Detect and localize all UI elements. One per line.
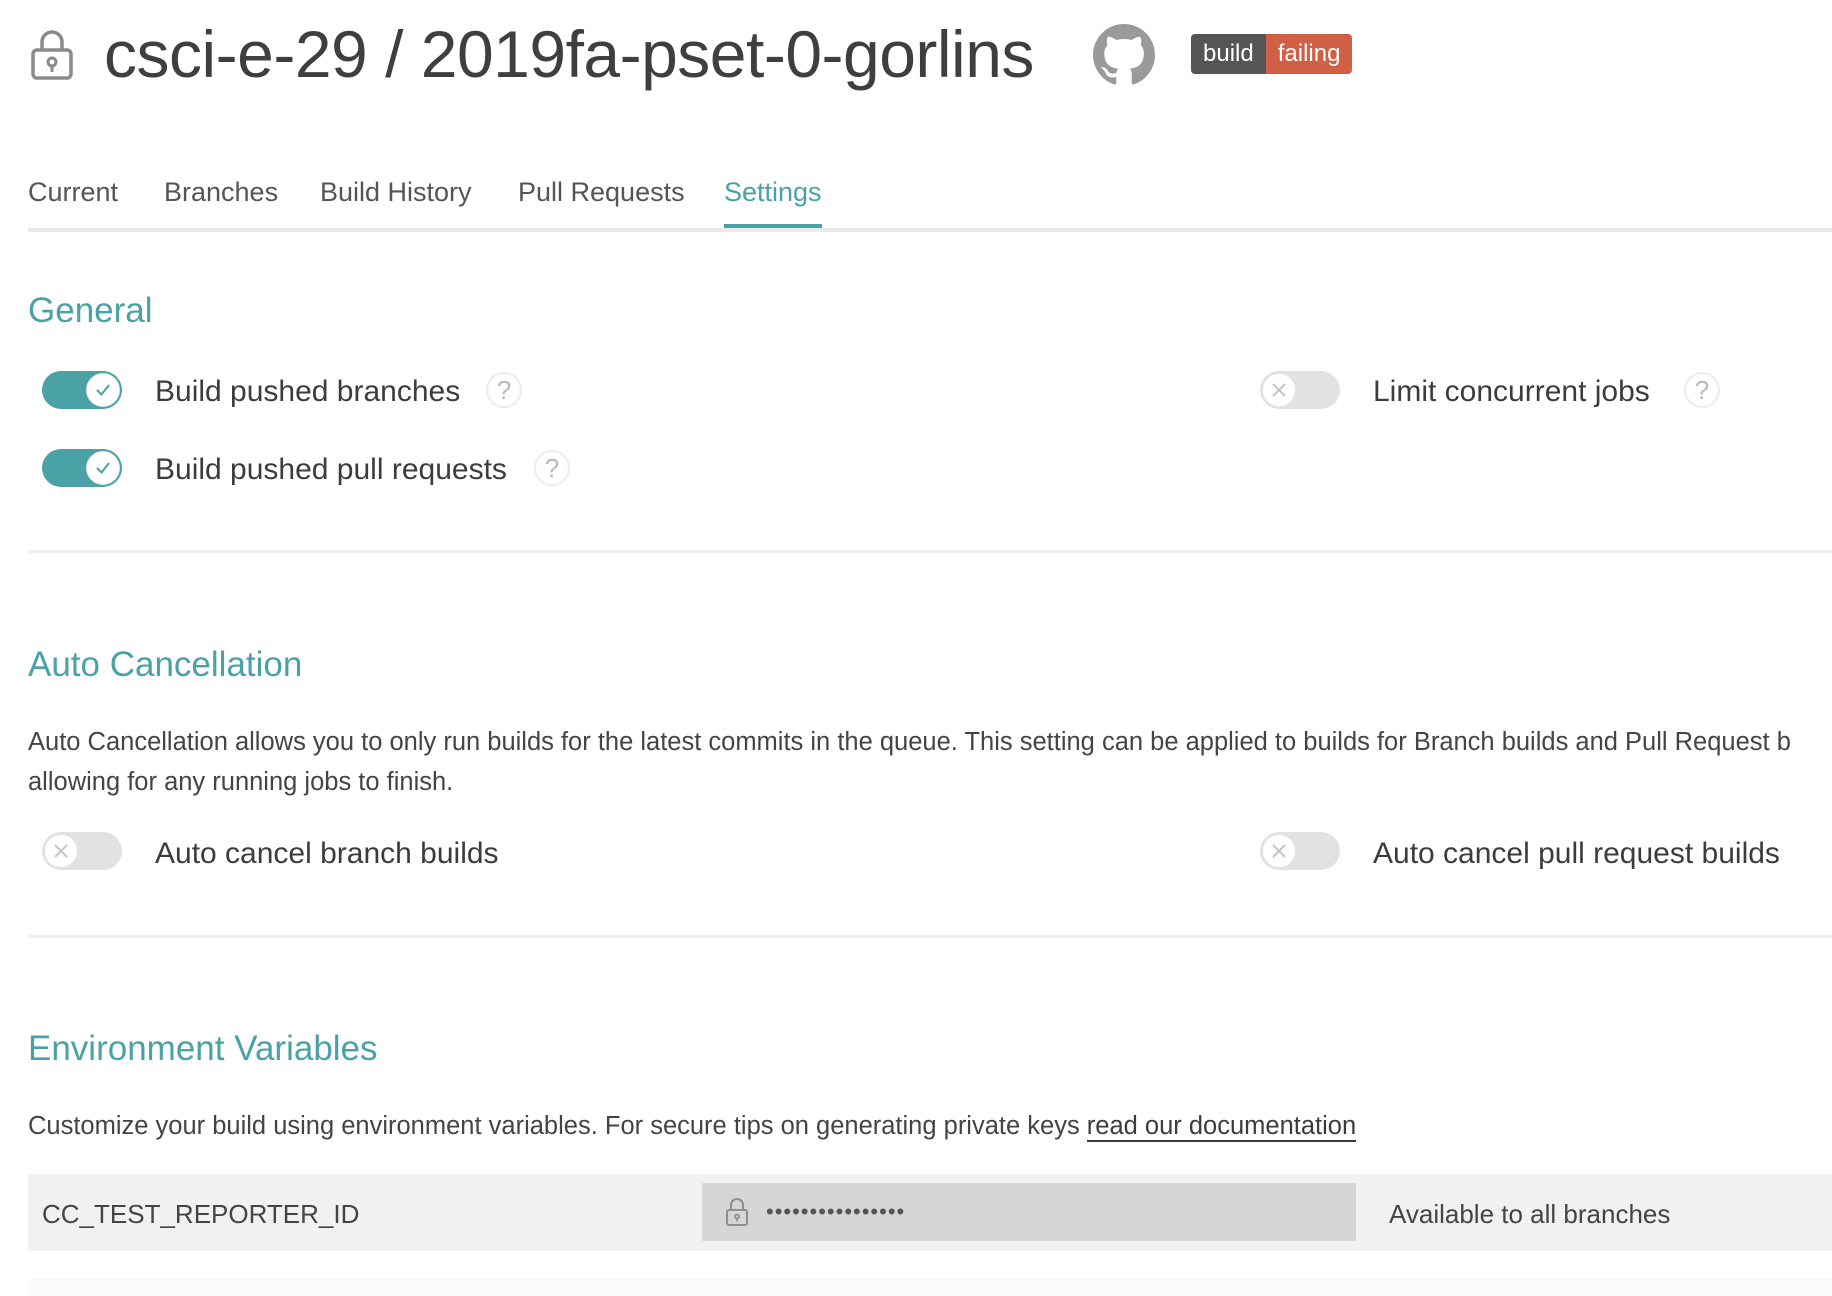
section-divider xyxy=(28,935,1832,938)
toggle-auto-cancel-pull-request-builds[interactable] xyxy=(1260,832,1340,870)
tab-branches[interactable]: Branches xyxy=(164,172,278,212)
label-limit-concurrent-jobs: Limit concurrent jobs xyxy=(1373,375,1650,408)
auto-cancellation-description-line1: Auto Cancellation allows you to only run… xyxy=(28,728,1791,756)
label-auto-cancel-pull-request-builds: Auto cancel pull request builds xyxy=(1373,837,1780,870)
toggle-auto-cancel-branch-builds[interactable] xyxy=(42,832,122,870)
check-icon xyxy=(86,451,120,485)
repo-title: csci-e-29 / 2019fa-pset-0-gorlins xyxy=(104,17,1034,91)
section-title-general: General xyxy=(28,291,153,330)
x-icon xyxy=(44,834,78,868)
section-title-auto-cancellation: Auto Cancellation xyxy=(28,645,303,684)
tab-current[interactable]: Current xyxy=(28,172,118,212)
next-row-edge xyxy=(28,1278,1832,1296)
badge-label: build xyxy=(1191,34,1266,74)
env-var-masked-value: •••••••••••••••• xyxy=(766,1199,906,1224)
auto-cancellation-description-line2: allowing for any running jobs to finish. xyxy=(28,768,454,796)
label-build-pushed-branches: Build pushed branches xyxy=(155,375,461,408)
env-var-name: CC_TEST_REPORTER_ID xyxy=(42,1199,360,1229)
env-vars-description-text: Customize your build using environment v… xyxy=(28,1112,1087,1140)
private-repo-lock-icon xyxy=(28,26,76,82)
tab-pull-requests[interactable]: Pull Requests xyxy=(518,172,685,212)
help-icon[interactable]: ? xyxy=(1684,372,1720,408)
env-vars-description: Customize your build using environment v… xyxy=(28,1106,1828,1146)
x-icon xyxy=(1262,834,1296,868)
github-icon[interactable] xyxy=(1093,24,1155,86)
help-icon[interactable]: ? xyxy=(534,450,570,486)
section-divider xyxy=(28,550,1832,553)
build-status-badge[interactable]: build failing xyxy=(1191,34,1353,74)
label-auto-cancel-branch-builds: Auto cancel branch builds xyxy=(155,837,499,870)
help-icon[interactable]: ? xyxy=(486,372,522,408)
repo-tabs: Current Branches Build History Pull Requ… xyxy=(28,172,1832,232)
documentation-link[interactable]: read our documentation xyxy=(1086,1112,1357,1142)
label-build-pushed-pull-requests: Build pushed pull requests xyxy=(155,453,507,486)
x-icon xyxy=(1262,373,1296,407)
env-var-value-field[interactable]: •••••••••••••••• xyxy=(702,1183,1356,1241)
tab-build-history[interactable]: Build History xyxy=(320,172,472,212)
lock-icon xyxy=(724,1197,750,1227)
toggle-build-pushed-pull-requests[interactable] xyxy=(42,449,122,487)
tab-settings[interactable]: Settings xyxy=(724,172,822,228)
section-title-environment-variables: Environment Variables xyxy=(28,1029,378,1068)
env-var-scope: Available to all branches xyxy=(1389,1199,1671,1229)
toggle-build-pushed-branches[interactable] xyxy=(42,371,122,409)
toggle-limit-concurrent-jobs[interactable] xyxy=(1260,371,1340,409)
badge-status: failing xyxy=(1265,34,1353,74)
check-icon xyxy=(86,373,120,407)
